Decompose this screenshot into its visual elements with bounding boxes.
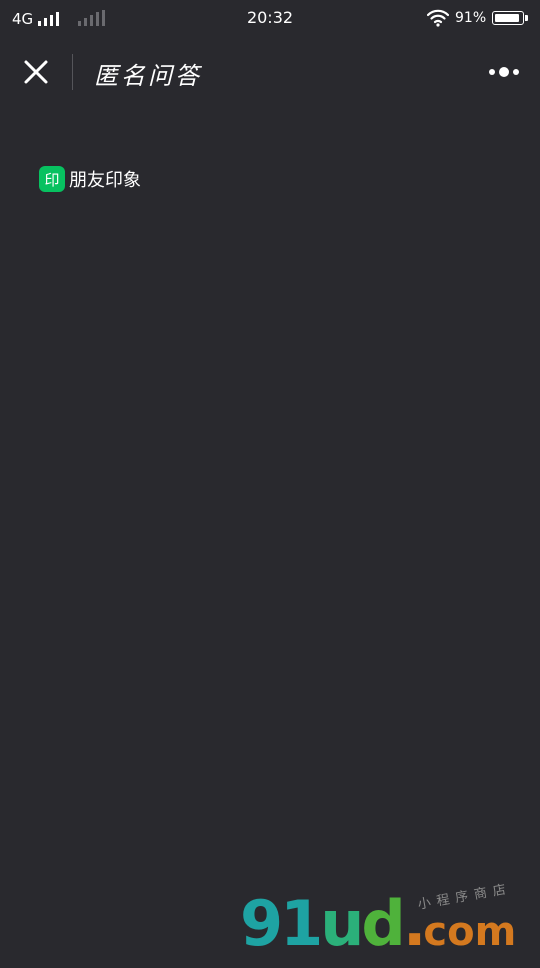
watermark-com: com [423,909,517,955]
nav-bar: 匿名问答 [0,36,540,108]
status-bar: 4G 20:32 91% [0,0,540,36]
battery-percent: 91% [455,10,487,26]
app-logo-char: 印 [44,170,60,189]
more-dots-icon[interactable] [484,58,524,86]
watermark-char-u: u [320,887,364,960]
watermark-char-d: d [361,887,405,960]
nav-divider [72,54,73,90]
battery-icon [492,11,524,25]
wifi-icon [427,9,449,27]
watermark-char-9: 9 [240,887,283,960]
page-title: 匿名问答 [94,62,202,90]
watermark-logo: 91ud.com 小程序商店 [240,881,540,960]
battery-level-fill [495,14,519,22]
app-logo-icon: 印 [39,166,65,192]
mini-program-entry[interactable]: 印 朋友印象 [39,166,141,192]
app-name: 朋友印象 [69,170,141,191]
close-icon[interactable] [16,52,56,92]
battery-nub [525,15,528,21]
watermark-char-1: 1 [280,887,323,960]
